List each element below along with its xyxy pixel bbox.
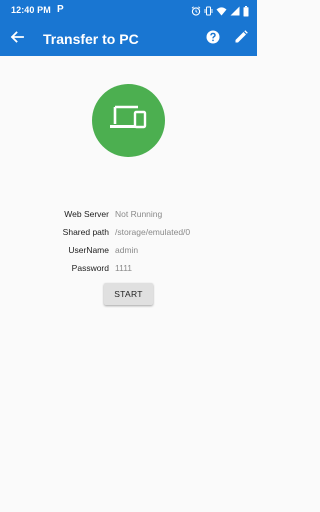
status-bar: 12:40 PM P [0, 0, 257, 22]
status-icons [191, 4, 249, 18]
app-bar: Transfer to PC [0, 22, 257, 56]
web-server-label: Web Server [64, 209, 109, 219]
help-button[interactable] [203, 29, 223, 49]
edit-button[interactable] [231, 29, 251, 49]
vibrate-icon [204, 6, 213, 16]
alarm-icon [191, 6, 201, 16]
password-label: Password [71, 263, 109, 273]
username-value: admin [115, 245, 139, 255]
arrow-back-icon [10, 30, 24, 49]
signal-icon [230, 6, 240, 16]
start-button[interactable]: START [104, 283, 153, 305]
devices-icon [109, 103, 149, 138]
wifi-icon [216, 6, 227, 16]
help-icon [206, 30, 220, 49]
app-notification-indicator: P [57, 4, 64, 15]
battery-icon [243, 5, 249, 17]
page-title: Transfer to PC [43, 31, 139, 47]
shared-path-value: /storage/emulated/0 [115, 227, 191, 237]
back-button[interactable] [7, 29, 27, 49]
password-value: 1111 [115, 263, 133, 273]
username-label: UserName [68, 245, 109, 255]
status-time: 12:40 PM [11, 5, 51, 15]
info-row-username: UserName admin [0, 245, 257, 259]
hero-devices-badge [92, 84, 165, 157]
info-row-password: Password 1111 [0, 263, 257, 277]
web-server-value: Not Running [115, 209, 163, 219]
info-row-web-server: Web Server Not Running [0, 209, 257, 223]
shared-path-label: Shared path [62, 227, 109, 237]
info-row-shared-path: Shared path /storage/emulated/0 [0, 227, 257, 241]
edit-icon [234, 29, 248, 49]
